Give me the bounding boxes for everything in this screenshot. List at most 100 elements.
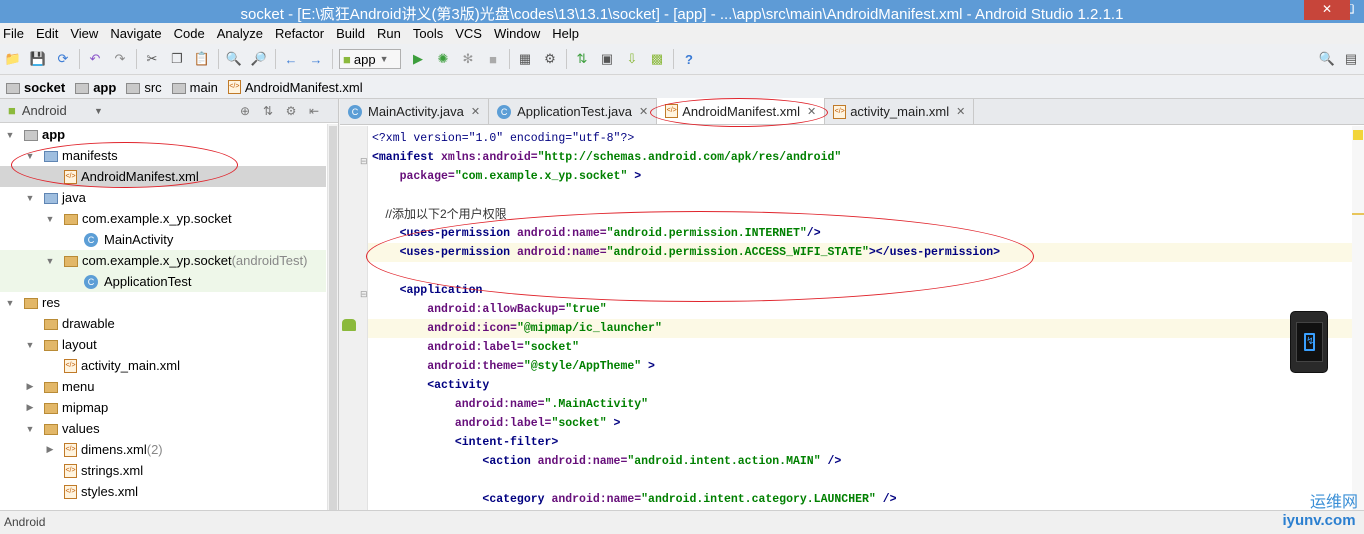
breadcrumb-manifest[interactable]: </> AndroidManifest.xml (227, 80, 363, 95)
tree-item[interactable]: </> styles.xml (0, 481, 326, 502)
tree-item[interactable]: ▶ menu (0, 376, 326, 397)
code-line: android:label="socket" > (372, 414, 621, 433)
editor-tab[interactable]: </> activity_main.xml ✕ (825, 99, 975, 124)
paste-icon[interactable]: 📋 (193, 50, 211, 68)
close-tab-icon[interactable]: ✕ (639, 105, 648, 118)
menu-tools[interactable]: Tools (413, 26, 443, 41)
search-everywhere-icon[interactable]: 🔍 (1318, 50, 1336, 68)
menu-view[interactable]: View (70, 26, 98, 41)
chevron-right-icon[interactable]: ▶ (24, 402, 36, 413)
help-icon[interactable]: ? (680, 50, 698, 68)
tree-item[interactable]: C ApplicationTest (0, 271, 326, 292)
code-line: <?xml version="1.0" encoding="utf-8"?> (372, 129, 634, 148)
project-structure-icon[interactable]: ▦ (516, 50, 534, 68)
fold-icon[interactable]: ⊟ (360, 289, 368, 300)
open-folder-icon[interactable]: 📁 (4, 50, 22, 68)
menu-build[interactable]: Build (336, 26, 365, 41)
chevron-down-icon[interactable]: ▼ (44, 214, 56, 224)
breadcrumb-socket[interactable]: socket (6, 80, 65, 95)
forward-icon[interactable]: → (307, 50, 325, 68)
settings-icon[interactable]: ⚙ (541, 50, 559, 68)
android-monitor-icon[interactable]: ▩ (648, 50, 666, 68)
debug-icon[interactable]: ✺ (434, 50, 452, 68)
xml-file-icon: </> (227, 80, 241, 94)
sync-icon[interactable]: ⟳ (54, 50, 72, 68)
gear-icon[interactable]: ⚙ (284, 104, 298, 118)
sdk-manager-icon[interactable]: ⇩ (623, 50, 641, 68)
chevron-right-icon[interactable]: ▶ (24, 381, 36, 392)
menu-help[interactable]: Help (552, 26, 579, 41)
stop-icon[interactable]: ■ (484, 50, 502, 68)
code-area[interactable]: <?xml version="1.0" encoding="utf-8"?> <m… (368, 126, 1364, 510)
editor-tab[interactable]: C ApplicationTest.java ✕ (489, 99, 658, 124)
chevron-down-icon[interactable]: ▼ (4, 298, 16, 308)
fold-icon[interactable]: ⊟ (360, 156, 368, 167)
menu-vcs[interactable]: VCS (455, 26, 482, 41)
menu-analyze[interactable]: Analyze (217, 26, 263, 41)
tree-item[interactable]: ▼ java (0, 187, 326, 208)
chevron-down-icon[interactable]: ▼ (44, 256, 56, 266)
tree-item[interactable]: C MainActivity (0, 229, 326, 250)
collapse-all-icon[interactable]: ⇅ (261, 104, 275, 118)
menu-edit[interactable]: Edit (36, 26, 58, 41)
tree-item[interactable]: ▼ values (0, 418, 326, 439)
close-tab-icon[interactable]: ✕ (471, 105, 480, 118)
chevron-right-icon[interactable]: ▶ (44, 444, 56, 455)
tree-item[interactable]: ▶ mipmap (0, 397, 326, 418)
tree-item[interactable]: ▼ res (0, 292, 326, 313)
tree-item[interactable]: ▼ com.example.x_yp.socket (0, 208, 326, 229)
tree-item[interactable]: ▼ app (0, 124, 326, 145)
replace-icon[interactable]: 🔎 (250, 50, 268, 68)
code-line: <activity (372, 376, 489, 395)
menu-file[interactable]: File (3, 26, 24, 41)
attach-debugger-icon[interactable]: ✻ (459, 50, 477, 68)
sync-target-icon[interactable]: ⊕ (238, 104, 252, 118)
tree-item[interactable]: </> activity_main.xml (0, 355, 326, 376)
tree-item[interactable]: ▼ layout (0, 334, 326, 355)
folder-icon (171, 82, 186, 94)
menu-window[interactable]: Window (494, 26, 540, 41)
back-icon[interactable]: ← (282, 50, 300, 68)
folder-icon (44, 340, 58, 351)
copy-icon[interactable]: ❐ (168, 50, 186, 68)
chevron-down-icon[interactable]: ▼ (94, 106, 103, 116)
chevron-down-icon[interactable]: ▼ (24, 424, 36, 434)
run-config-select[interactable]: ■ app ▼ (339, 49, 401, 69)
tree-item[interactable]: ▼ com.example.x_yp.socket (androidTest) (0, 250, 326, 271)
close-tab-icon[interactable]: ✕ (956, 105, 965, 118)
code-token: <manifest (372, 151, 442, 164)
tree-item[interactable]: ▶ </> dimens.xml (2) (0, 439, 326, 460)
avd-manager-icon[interactable]: ▣ (598, 50, 616, 68)
project-scrollbar[interactable] (327, 124, 338, 511)
close-button[interactable]: ✕ (1304, 0, 1350, 20)
android-icon: ■ (8, 103, 16, 118)
save-icon[interactable]: 💾 (29, 50, 47, 68)
find-icon[interactable]: 🔍 (225, 50, 243, 68)
code-token: <activity (372, 379, 490, 392)
undo-icon[interactable]: ↶ (86, 50, 104, 68)
project-view-select[interactable]: Android (22, 103, 67, 118)
menu-run[interactable]: Run (377, 26, 401, 41)
notification-icon[interactable]: ▤ (1342, 50, 1360, 68)
chevron-down-icon[interactable]: ▼ (24, 193, 36, 203)
run-icon[interactable]: ▶ (409, 50, 427, 68)
editor-tab[interactable]: C MainActivity.java ✕ (340, 99, 490, 124)
tree-item[interactable]: </> strings.xml (0, 460, 326, 481)
breadcrumb-main[interactable]: main (171, 80, 218, 95)
menu-code[interactable]: Code (174, 26, 205, 41)
cut-icon[interactable]: ✂ (143, 50, 161, 68)
menu-navigate[interactable]: Navigate (110, 26, 161, 41)
redo-icon[interactable]: ↷ (111, 50, 129, 68)
breadcrumb-app[interactable]: app (75, 80, 116, 95)
inspection-status-icon[interactable] (1353, 130, 1363, 140)
chevron-down-icon[interactable]: ▼ (4, 130, 16, 140)
chevron-down-icon[interactable]: ▼ (24, 340, 36, 350)
chevron-down-icon: ▼ (379, 54, 389, 64)
menu-refactor[interactable]: Refactor (275, 26, 324, 41)
tree-item[interactable]: drawable (0, 313, 326, 334)
project-view-header: ■ Android ▼ ⊕ ⇅ ⚙ ⇤ (0, 99, 338, 123)
gradle-sync-icon[interactable]: ⇅ (573, 50, 591, 68)
folder-icon (6, 82, 20, 94)
breadcrumb-src[interactable]: src (126, 80, 162, 95)
hide-panel-icon[interactable]: ⇤ (307, 104, 321, 118)
